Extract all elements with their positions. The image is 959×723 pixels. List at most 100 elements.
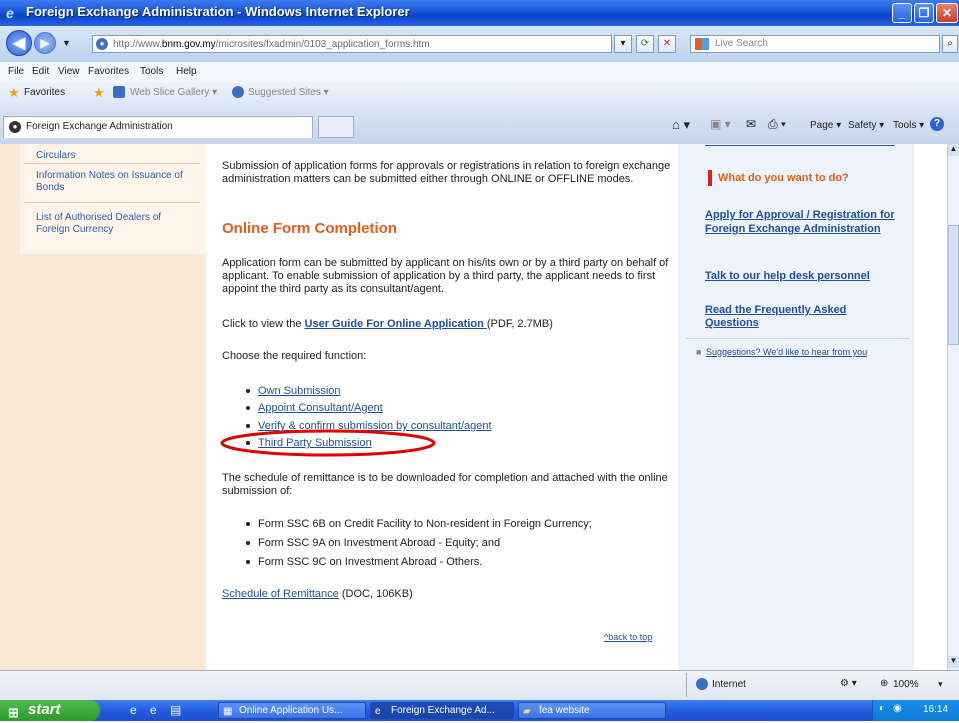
menu-file[interactable]: File	[8, 66, 24, 77]
nav-authorised-dealers[interactable]: List of Authorised Dealers of Foreign Cu…	[36, 212, 196, 236]
favorites-button[interactable]: Favorites	[24, 87, 65, 98]
tools-menu[interactable]: Tools ▾	[893, 120, 924, 131]
tray-icon[interactable]: ◉	[893, 703, 902, 714]
schedule-size: (DOC, 106KB)	[338, 588, 413, 600]
folder-icon: ▰	[523, 706, 531, 717]
site-icon: ●	[9, 121, 21, 133]
help-desk-link[interactable]: Talk to our help desk personnel	[705, 270, 870, 282]
maximize-button[interactable]: ❐	[914, 3, 934, 23]
window-title: Foreign Exchange Administration - Window…	[26, 4, 410, 19]
web-slice-icon	[113, 86, 125, 98]
ie-icon: e	[6, 5, 14, 21]
address-field[interactable]: ● http://www.bnm.gov.my/microsites/fxadm…	[92, 35, 612, 53]
form-item: Form SSC 6B on Credit Facility to Non-re…	[246, 518, 592, 530]
window-title-bar[interactable]: e Foreign Exchange Administration - Wind…	[0, 0, 959, 26]
mail-icon[interactable]: ✉	[746, 117, 756, 131]
clock[interactable]: 16:14	[923, 704, 948, 715]
tab-label: Foreign Exchange Administration	[26, 121, 173, 132]
start-label: start	[28, 701, 61, 718]
home-icon[interactable]: ⌂ ▾	[672, 117, 690, 133]
safety-menu[interactable]: Safety ▾	[848, 120, 884, 131]
stop-icon[interactable]: ✕	[658, 35, 676, 53]
zoom-level[interactable]: 100%	[893, 679, 919, 690]
system-tray: ◐ ◉ 16:14	[872, 700, 959, 721]
scrollbar-thumb[interactable]	[948, 225, 959, 345]
suggested-sites[interactable]: Suggested Sites ▾	[248, 87, 329, 98]
print-icon[interactable]: ⎙ ▾	[768, 117, 786, 132]
site-icon: ●	[96, 38, 108, 50]
bullet	[246, 522, 250, 527]
apply-approval-link[interactable]: Apply for Approval / Registration for Fo…	[705, 208, 895, 236]
heading-accent-bar	[708, 170, 712, 186]
menu-help[interactable]: Help	[176, 66, 197, 77]
ie-icon: e	[375, 706, 381, 717]
red-annotation-ellipse	[220, 429, 436, 457]
quicklaunch-ie-icon[interactable]: e	[130, 703, 137, 717]
search-icon[interactable]: ⌕	[942, 35, 958, 53]
refresh-icon[interactable]: ⟳	[636, 35, 654, 53]
quicklaunch-folder-icon[interactable]: ▤	[170, 703, 181, 717]
zoom-icon[interactable]: ⊕	[880, 678, 888, 689]
form-item: Form SSC 9A on Investment Abroad - Equit…	[246, 537, 500, 549]
protected-mode-icon[interactable]: ⚙ ▾	[840, 678, 857, 689]
web-slice-gallery[interactable]: Web Slice Gallery ▾	[130, 87, 217, 98]
windows-logo-icon: ⊞	[8, 705, 19, 720]
menu-edit[interactable]: Edit	[32, 66, 49, 77]
search-placeholder: Live Search	[715, 38, 768, 49]
tab-foreign-exchange[interactable]: ● Foreign Exchange Administration	[3, 116, 313, 138]
taskbar-item-active[interactable]: e Foreign Exchange Ad...	[370, 702, 514, 719]
own-submission-link[interactable]: Own Submission	[258, 385, 341, 397]
address-dropdown-icon[interactable]: ▾	[614, 35, 632, 53]
page-scrollbar[interactable]	[947, 144, 959, 670]
user-guide-line: Click to view the User Guide For Online …	[222, 318, 674, 331]
back-button[interactable]: ◀	[6, 30, 32, 56]
schedule-line: Schedule of Remittance (DOC, 106KB)	[222, 588, 413, 601]
suggested-sites-icon	[232, 86, 244, 98]
bullet	[246, 560, 250, 565]
feeds-icon[interactable]: ▣ ▾	[710, 117, 731, 131]
panel-divider	[686, 338, 910, 339]
zoom-dropdown-icon[interactable]: ▾	[938, 679, 943, 690]
suggestions-link[interactable]: Suggestions? We'd like to hear from you	[706, 347, 867, 357]
faq-link[interactable]: Read the Frequently Asked Questions	[705, 304, 875, 330]
menu-favorites[interactable]: Favorites	[88, 66, 129, 77]
url-prefix: http://www.	[113, 39, 162, 50]
word-doc-icon: ▦	[223, 706, 233, 717]
live-search-logo-icon	[695, 38, 709, 50]
back-to-top-link[interactable]: ^back to top	[604, 632, 652, 642]
task-label: Online Application Us...	[239, 705, 343, 716]
taskbar-item[interactable]: ▦ Online Application Us...	[218, 702, 366, 719]
scroll-up-icon[interactable]: ▲	[948, 144, 959, 156]
page-menu[interactable]: Page ▾	[810, 120, 841, 131]
function-item: Own Submission	[246, 385, 341, 397]
suggestions-line: Suggestions? We'd like to hear from you	[706, 347, 867, 357]
form-item: Form SSC 9C on Investment Abroad - Other…	[246, 556, 482, 568]
menu-view[interactable]: View	[58, 66, 80, 77]
nav-circulars[interactable]: Circulars	[36, 150, 75, 161]
nav-bond-notes[interactable]: Information Notes on Issuance of Bonds	[36, 170, 196, 194]
appoint-consultant-link[interactable]: Appoint Consultant/Agent	[258, 402, 383, 414]
choose-label: Choose the required function:	[222, 350, 367, 362]
new-tab-button[interactable]	[318, 116, 354, 138]
search-input[interactable]: Live Search	[690, 35, 940, 53]
intro-text: Submission of application forms for appr…	[222, 160, 671, 185]
annotation-ellipse-shape	[220, 429, 436, 457]
recent-pages-dropdown-icon[interactable]: ▼	[62, 38, 71, 48]
add-favorite-icon[interactable]: ★	[93, 85, 105, 101]
suggestions-icon: ■	[696, 347, 702, 357]
minimize-button[interactable]: _	[892, 3, 912, 23]
taskbar-item[interactable]: ▰ fea website	[518, 702, 666, 719]
url-path: /microsites/fxadmin/0103_application_for…	[215, 39, 430, 50]
scroll-down-icon[interactable]: ▼	[948, 656, 959, 668]
task-label: Foreign Exchange Ad...	[391, 705, 495, 716]
forward-button[interactable]: ▶	[34, 32, 56, 54]
bullet	[246, 389, 250, 394]
user-guide-link[interactable]: User Guide For Online Application	[305, 318, 487, 330]
schedule-of-remittance-link[interactable]: Schedule of Remittance	[222, 588, 339, 600]
start-button[interactable]: ⊞ start	[0, 700, 100, 721]
close-button[interactable]: ✕	[936, 3, 958, 23]
tray-icon[interactable]: ◐	[879, 703, 885, 714]
quicklaunch-browser-icon[interactable]: e	[150, 703, 157, 717]
menu-tools[interactable]: Tools	[140, 66, 163, 77]
help-icon[interactable]: ?	[930, 117, 944, 131]
